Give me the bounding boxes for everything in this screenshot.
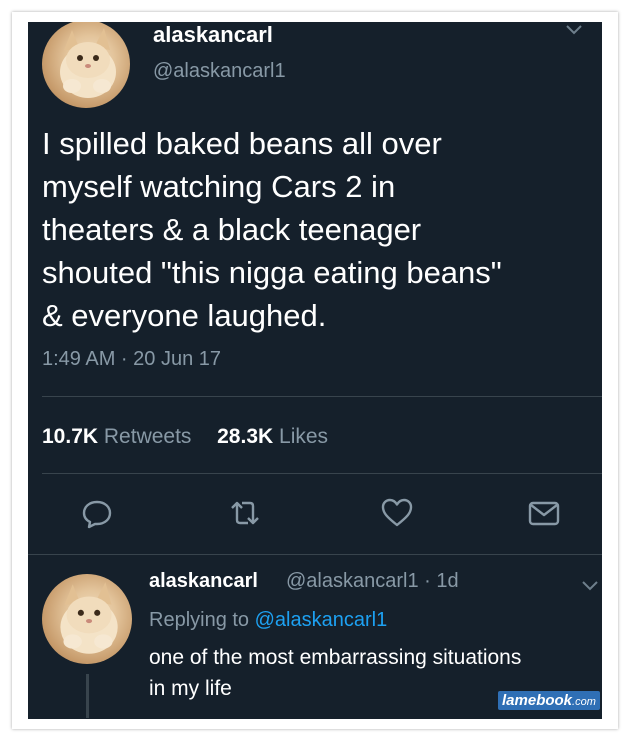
cat-avatar-icon — [60, 28, 116, 98]
retweet-icon[interactable] — [228, 496, 262, 530]
replying-prefix: Replying to — [149, 609, 250, 631]
reply-avatar[interactable] — [42, 574, 132, 664]
tweet-timestamp[interactable]: 1:49 AM · 20 Jun 17 — [42, 348, 221, 371]
chevron-down-icon[interactable] — [580, 576, 600, 596]
retweets-count[interactable]: 10.7K — [42, 425, 98, 448]
likes-count[interactable]: 28.3K — [217, 425, 273, 448]
tweet-screen: alaskancarl @alaskancarl1 I spilled bake… — [28, 22, 602, 719]
replying-to: Replying to @alaskancarl1 — [149, 609, 387, 632]
reply-handle-time[interactable]: @alaskancarl1 · 1d — [286, 570, 459, 593]
likes-label[interactable]: Likes — [279, 425, 328, 448]
lamebook-watermark: lamebook.com — [498, 691, 600, 710]
tweet-handle[interactable]: @alaskancarl1 — [153, 60, 286, 83]
reply-icon[interactable] — [80, 496, 114, 530]
retweets-label[interactable]: Retweets — [104, 425, 192, 448]
thread-line — [86, 674, 89, 718]
avatar[interactable] — [42, 22, 130, 108]
like-icon[interactable] — [380, 496, 414, 530]
reply-display-name[interactable]: alaskancarl — [149, 570, 258, 593]
watermark-brand: lamebook — [502, 692, 573, 709]
tweet-display-name[interactable]: alaskancarl — [153, 22, 273, 48]
divider — [28, 554, 602, 555]
message-icon[interactable] — [527, 496, 561, 530]
divider — [42, 473, 602, 474]
chevron-down-icon[interactable] — [564, 22, 584, 40]
divider — [42, 396, 602, 397]
tweet-text: I spilled baked beans all over myself wa… — [42, 126, 502, 333]
cat-avatar-icon — [60, 582, 118, 654]
tweet-stats: 10.7K Retweets 28.3K Likes — [42, 425, 328, 449]
replying-mention-link[interactable]: @alaskancarl1 — [255, 609, 388, 631]
watermark-suffix: .com — [572, 696, 596, 708]
